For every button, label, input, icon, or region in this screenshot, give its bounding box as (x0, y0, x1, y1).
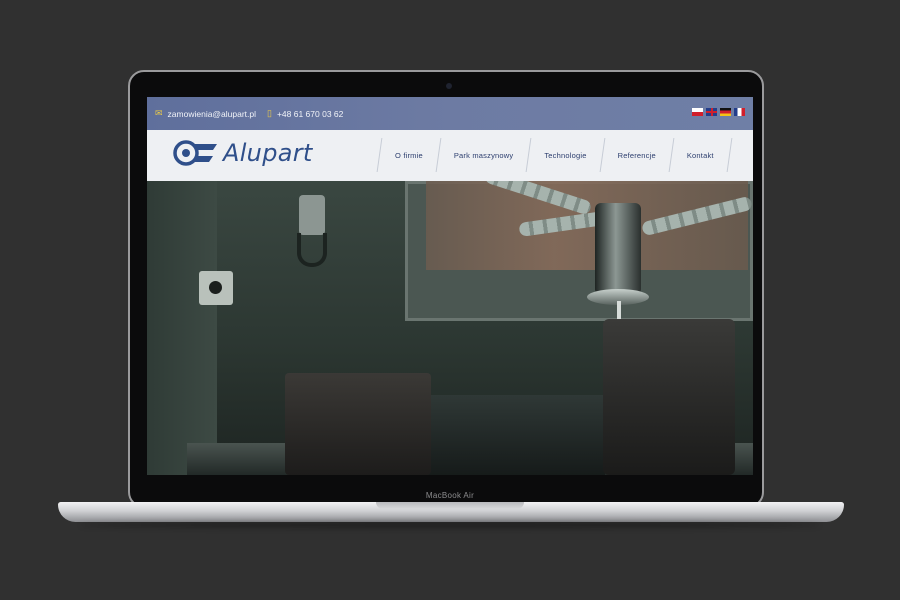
hero-lamp-arm (297, 233, 327, 267)
phone-icon: ▯ (267, 108, 272, 118)
contact-phone-text[interactable]: +48 61 670 03 62 (277, 109, 343, 119)
language-switcher (692, 108, 745, 116)
flag-de-icon[interactable] (720, 108, 731, 116)
laptop-base-notch (376, 502, 524, 509)
hero-workpiece-left (285, 373, 431, 475)
main-nav: O firmie Park maszynowy Technologie Refe… (376, 130, 733, 181)
browser-screen: ✉ zamowienia@alupart.pl ▯ +48 61 670 03 … (147, 97, 753, 475)
logo-text: Alupart (223, 139, 313, 167)
hero-spindle (595, 203, 641, 295)
contact-email-text[interactable]: zamowienia@alupart.pl (168, 109, 256, 119)
nav-item-kontakt[interactable]: Kontakt (672, 130, 729, 181)
contact-email[interactable]: ✉ zamowienia@alupart.pl (155, 97, 256, 130)
contact-phone[interactable]: ▯ +48 61 670 03 62 (267, 97, 343, 130)
hero-switch-dot (209, 281, 222, 294)
device-model-label: MacBook Air (425, 491, 475, 500)
webcam (446, 83, 452, 89)
site-header: Alupart O firmie Park maszynowy Technolo… (147, 130, 753, 181)
hero-image (147, 181, 753, 475)
nav-item-referencje[interactable]: Referencje (603, 130, 671, 181)
flag-pl-icon[interactable] (692, 108, 703, 116)
nav-item-o-firmie[interactable]: O firmie (380, 130, 438, 181)
hero-wall (147, 181, 217, 475)
contact-bar: ✉ zamowienia@alupart.pl ▯ +48 61 670 03 … (147, 97, 753, 130)
hero-vise (425, 395, 605, 475)
site-logo[interactable]: Alupart (173, 139, 313, 167)
envelope-icon: ✉ (155, 108, 163, 118)
flag-fr-icon[interactable] (734, 108, 745, 116)
nav-item-technologie[interactable]: Technologie (529, 130, 601, 181)
laptop-shadow (80, 522, 820, 528)
flag-en-icon[interactable] (706, 108, 717, 116)
hero-lamp (299, 195, 325, 235)
logo-mark-icon (173, 140, 217, 166)
nav-item-park-maszynowy[interactable]: Park maszynowy (439, 130, 528, 181)
hero-workpiece-right (603, 319, 735, 475)
